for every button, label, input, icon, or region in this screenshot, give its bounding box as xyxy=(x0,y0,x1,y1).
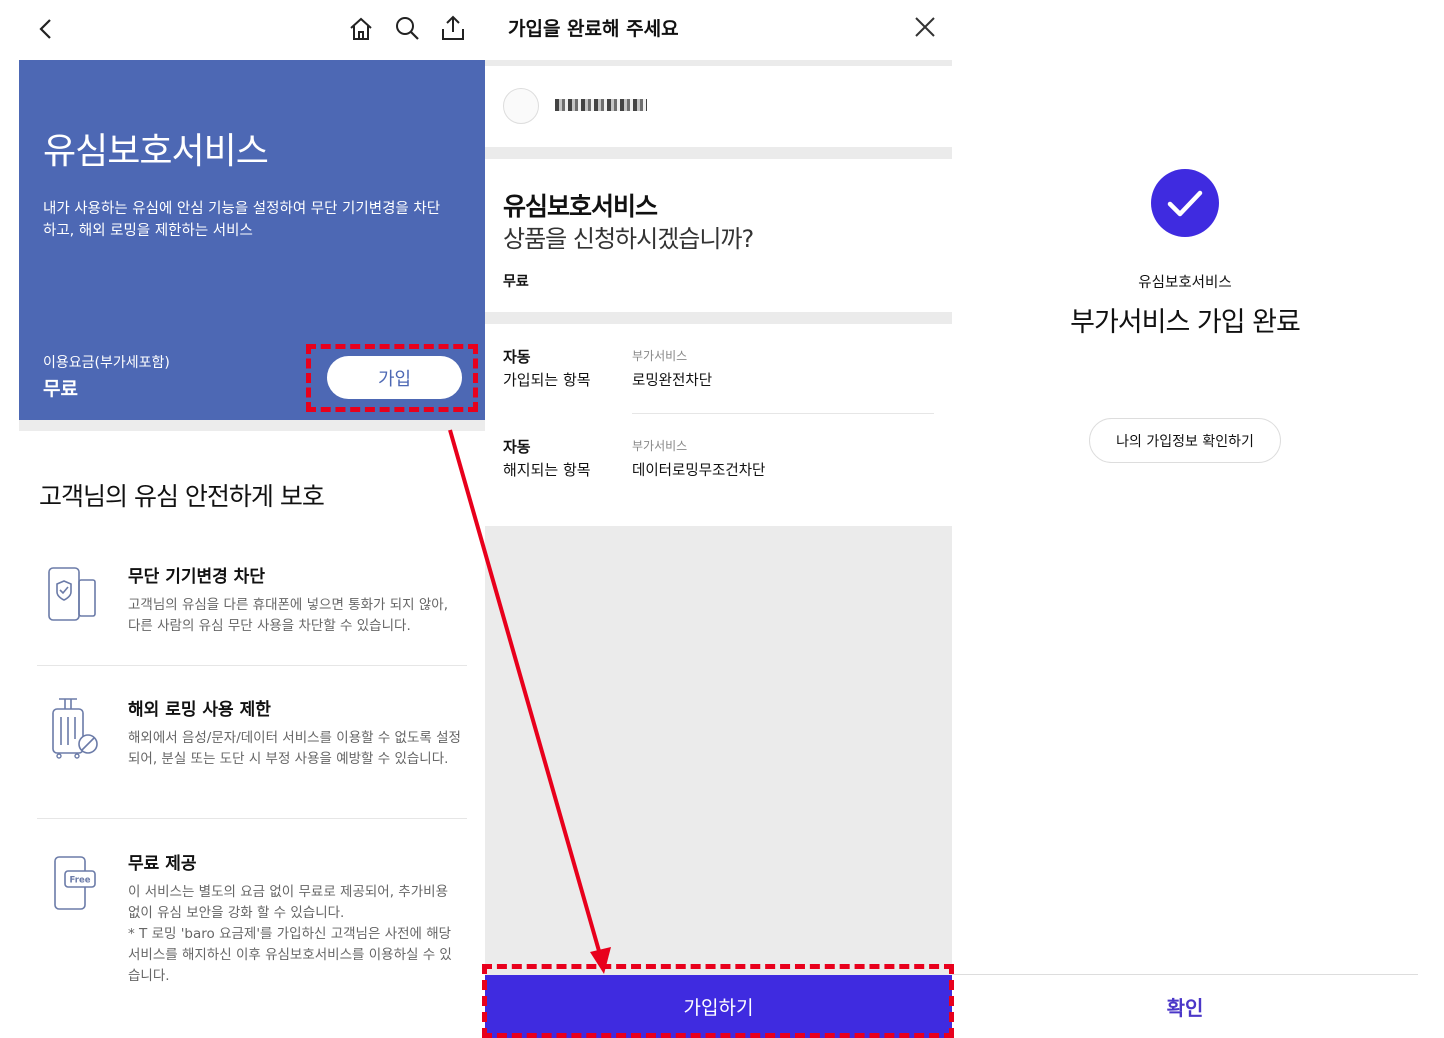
feature-description-text: 이 서비스는 별도의 요금 없이 무료로 제공되어, 추가비용 없이 유심 보안… xyxy=(128,884,448,921)
close-icon[interactable] xyxy=(912,14,938,40)
home-icon[interactable] xyxy=(348,16,374,42)
submit-join-button[interactable]: 가입하기 xyxy=(485,975,952,1038)
divider xyxy=(37,818,467,819)
row-key-primary: 자동 xyxy=(503,348,531,366)
account-card xyxy=(485,66,952,147)
row-value: 데이터로밍무조건차단 xyxy=(632,463,766,479)
back-icon[interactable] xyxy=(35,17,57,41)
service-hero: 유심보호서비스 내가 사용하는 유심에 안심 기능을 설정하여 무단 기기변경을… xyxy=(19,60,485,420)
product-price: 무료 xyxy=(503,274,529,290)
feature-description: 이 서비스는 별도의 요금 없이 무료로 제공되어, 추가비용 없이 유심 보안… xyxy=(128,882,463,987)
service-detail-panel: 유심보호서비스 내가 사용하는 유심에 안심 기능을 설정하여 무단 기기변경을… xyxy=(19,0,485,1038)
phone-free-icon: Free xyxy=(54,856,96,910)
feature-title: 해외 로밍 사용 제한 xyxy=(128,700,271,720)
fee-value: 무료 xyxy=(43,378,78,400)
check-icon xyxy=(1167,190,1203,217)
row-value: 로밍완전차단 xyxy=(632,373,713,389)
product-card: 유심보호서비스 상품을 신청하시겠습니까? 무료 xyxy=(485,159,952,312)
phone-shield-icon xyxy=(48,567,96,621)
join-button[interactable]: 가입 xyxy=(327,356,462,399)
product-name: 유심보호서비스 xyxy=(503,192,658,221)
feature-note: * T 로밍 'baro 요금제'를 가입하신 고객님은 사전에 해당 서비스를… xyxy=(128,926,452,984)
section-title: 고객님의 유심 안전하게 보호 xyxy=(39,482,325,511)
row-category: 부가서비스 xyxy=(632,439,688,453)
row-key-primary: 자동 xyxy=(503,438,531,456)
row-key-secondary: 해지되는 항목 xyxy=(503,461,591,479)
feature-item: Free 무료 제공 이 서비스는 별도의 요금 없이 무료로 제공되어, 추가… xyxy=(19,849,485,999)
share-icon[interactable] xyxy=(440,14,466,42)
complete-subtitle: 유심보호서비스 xyxy=(1138,275,1232,291)
fee-label: 이용요금(부가세포함) xyxy=(43,355,170,371)
join-complete-panel: 유심보호서비스 부가서비스 가입 완료 나의 가입정보 확인하기 확인 xyxy=(952,0,1418,1038)
divider xyxy=(37,665,467,666)
row-key-secondary: 가입되는 항목 xyxy=(503,371,591,389)
hero-description: 내가 사용하는 유심에 안심 기능을 설정하여 무단 기기변경을 차단하고, 해… xyxy=(43,201,441,239)
search-icon[interactable] xyxy=(394,15,420,41)
feature-item: 무단 기기변경 차단 고객님의 유심을 다른 휴대폰에 넣으면 통화가 되지 않… xyxy=(19,562,485,642)
feature-title: 무단 기기변경 차단 xyxy=(128,567,265,587)
row-category: 부가서비스 xyxy=(632,349,688,363)
complete-headline: 부가서비스 가입 완료 xyxy=(1070,307,1301,338)
changes-card: 자동 가입되는 항목 부가서비스 로밍완전차단 자동 해지되는 항목 부가서비스… xyxy=(485,324,952,526)
avatar xyxy=(503,88,539,124)
confirm-title: 가입을 완료해 주세요 xyxy=(508,18,679,40)
product-question: 상품을 신청하시겠습니까? xyxy=(503,225,754,253)
my-subscription-info-button[interactable]: 나의 가입정보 확인하기 xyxy=(1089,418,1281,463)
section-divider xyxy=(19,420,485,431)
feature-item: 해외 로밍 사용 제한 해외에서 음성/문자/데이터 서비스를 이용할 수 없도… xyxy=(19,695,485,795)
divider xyxy=(632,413,934,414)
luggage-ban-icon xyxy=(52,698,98,759)
feature-title: 무료 제공 xyxy=(128,854,197,874)
free-icon-text: Free xyxy=(70,876,91,886)
confirm-header: 가입을 완료해 주세요 xyxy=(485,0,952,60)
feature-description: 고객님의 유심을 다른 휴대폰에 넣으면 통화가 되지 않아, 다른 사람의 유… xyxy=(128,597,448,634)
confirm-button[interactable]: 확인 xyxy=(952,975,1418,1038)
top-nav-bar xyxy=(19,0,485,60)
check-badge xyxy=(1151,169,1219,237)
join-confirm-panel: 가입을 완료해 주세요 유심보호서비스 상품을 신청하시겠습니까? 무료 자동 … xyxy=(485,0,952,1038)
feature-description: 해외에서 음성/문자/데이터 서비스를 이용할 수 없도록 설정되어, 분실 또… xyxy=(128,730,461,767)
hero-title: 유심보호서비스 xyxy=(43,131,269,172)
masked-phone-number xyxy=(555,99,647,111)
